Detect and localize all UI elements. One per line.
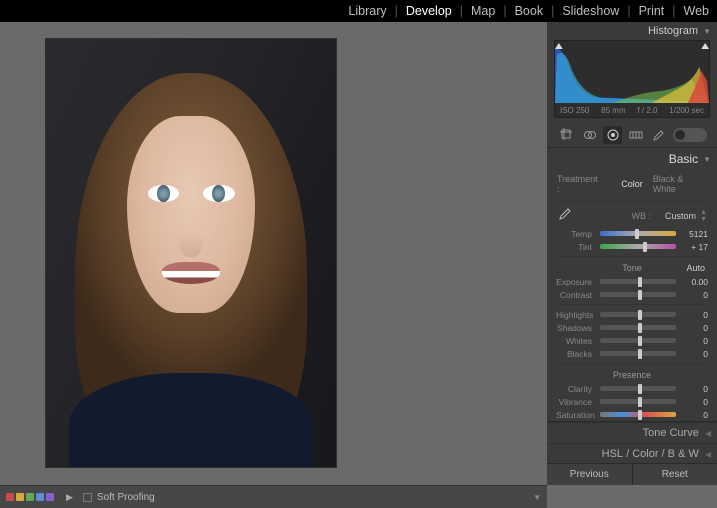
temp-label: Temp	[556, 229, 596, 239]
vibrance-slider[interactable]	[600, 399, 676, 404]
tab-map[interactable]: Map	[469, 4, 497, 18]
contrast-value[interactable]: 0	[680, 290, 708, 300]
auto-button[interactable]: Auto	[686, 263, 705, 273]
tint-label: Tint	[556, 242, 596, 252]
module-picker: Library| Develop| Map| Book| Slideshow| …	[0, 0, 717, 22]
exif-shutter: 1/200 sec	[669, 106, 704, 115]
tab-library[interactable]: Library	[346, 4, 388, 18]
highlights-value[interactable]: 0	[680, 310, 708, 320]
play-icon[interactable]: ▶	[66, 492, 73, 503]
label-purple[interactable]	[46, 493, 54, 501]
clarity-value[interactable]: 0	[680, 384, 708, 394]
workspace	[0, 22, 547, 485]
treatment-label: Treatment :	[557, 174, 601, 194]
exif-focal: 85 mm	[601, 106, 625, 115]
contrast-label: Contrast	[556, 290, 596, 300]
blacks-label: Blacks	[556, 349, 596, 359]
bottom-toolbar: ▶ Soft Proofing ▼	[0, 485, 547, 508]
shadows-value[interactable]: 0	[680, 323, 708, 333]
temp-slider[interactable]	[600, 231, 676, 236]
label-green[interactable]	[26, 493, 34, 501]
vibrance-label: Vibrance	[556, 397, 596, 407]
soft-proof-label: Soft Proofing	[97, 492, 155, 503]
spot-tool-icon[interactable]	[580, 126, 599, 144]
gradient-tool-icon[interactable]	[626, 126, 645, 144]
vibrance-value[interactable]: 0	[680, 397, 708, 407]
contrast-slider[interactable]	[600, 292, 676, 297]
tab-web[interactable]: Web	[682, 4, 711, 18]
tool-strip	[554, 123, 710, 147]
shadows-slider[interactable]	[600, 325, 676, 330]
redeye-tool-icon[interactable]	[603, 126, 622, 144]
exposure-value[interactable]: 0.00	[680, 277, 708, 287]
exif-aperture: f / 2.0	[637, 106, 657, 115]
shadows-label: Shadows	[556, 323, 596, 333]
whites-label: Whites	[556, 336, 596, 346]
temp-value[interactable]: 5121	[680, 229, 708, 239]
soft-proof-checkbox[interactable]	[83, 493, 92, 502]
clarity-slider[interactable]	[600, 386, 676, 391]
hsl-panel[interactable]: HSL / Color / B & W▶	[547, 443, 717, 464]
clarity-label: Clarity	[556, 384, 596, 394]
treatment-color[interactable]: Color	[621, 179, 643, 189]
histogram[interactable]: ISO 250 85 mm f / 2.0 1/200 sec	[554, 40, 710, 118]
tone-curve-panel[interactable]: Tone Curve▶	[547, 422, 717, 443]
label-blue[interactable]	[36, 493, 44, 501]
tint-value[interactable]: + 17	[680, 242, 708, 252]
crop-tool-icon[interactable]	[557, 126, 576, 144]
label-red[interactable]	[6, 493, 14, 501]
tab-develop[interactable]: Develop	[404, 4, 454, 18]
presence-label: Presence	[613, 370, 651, 380]
previous-button[interactable]: Previous	[547, 464, 633, 485]
wb-value[interactable]: Custom	[665, 211, 696, 221]
exposure-slider[interactable]	[600, 279, 676, 284]
saturation-slider[interactable]	[600, 412, 676, 417]
brush-tool-icon[interactable]	[650, 126, 669, 144]
portrait-image	[46, 39, 336, 467]
basic-panel-header[interactable]: Basic▼	[547, 147, 717, 170]
saturation-value[interactable]: 0	[680, 410, 708, 420]
whites-value[interactable]: 0	[680, 336, 708, 346]
wb-dropper-icon[interactable]	[557, 208, 573, 224]
photo-canvas[interactable]	[46, 39, 336, 467]
whites-slider[interactable]	[600, 338, 676, 343]
blacks-value[interactable]: 0	[680, 349, 708, 359]
tab-book[interactable]: Book	[513, 4, 546, 18]
tab-print[interactable]: Print	[637, 4, 667, 18]
reset-button[interactable]: Reset	[633, 464, 717, 485]
tool-toggle[interactable]	[673, 128, 707, 142]
exif-iso: ISO 250	[560, 106, 589, 115]
treatment-bw[interactable]: Black & White	[653, 174, 707, 194]
tint-slider[interactable]	[600, 244, 676, 249]
label-yellow[interactable]	[16, 493, 24, 501]
toolbar-dropdown-icon[interactable]: ▼	[533, 493, 541, 502]
histogram-header[interactable]: Histogram▼	[547, 22, 717, 40]
wb-dropdown-icon[interactable]: ▲▼	[700, 209, 707, 223]
highlights-slider[interactable]	[600, 312, 676, 317]
highlights-label: Highlights	[556, 310, 596, 320]
develop-panel: Histogram▼ ISO 250 85 mm f / 2.0 1/200 s…	[547, 22, 717, 485]
blacks-slider[interactable]	[600, 351, 676, 356]
wb-label: WB :	[632, 211, 652, 221]
exposure-label: Exposure	[556, 277, 596, 287]
tab-slideshow[interactable]: Slideshow	[560, 4, 621, 18]
saturation-label: Saturation	[556, 410, 596, 420]
tone-label: Tone	[622, 263, 642, 273]
